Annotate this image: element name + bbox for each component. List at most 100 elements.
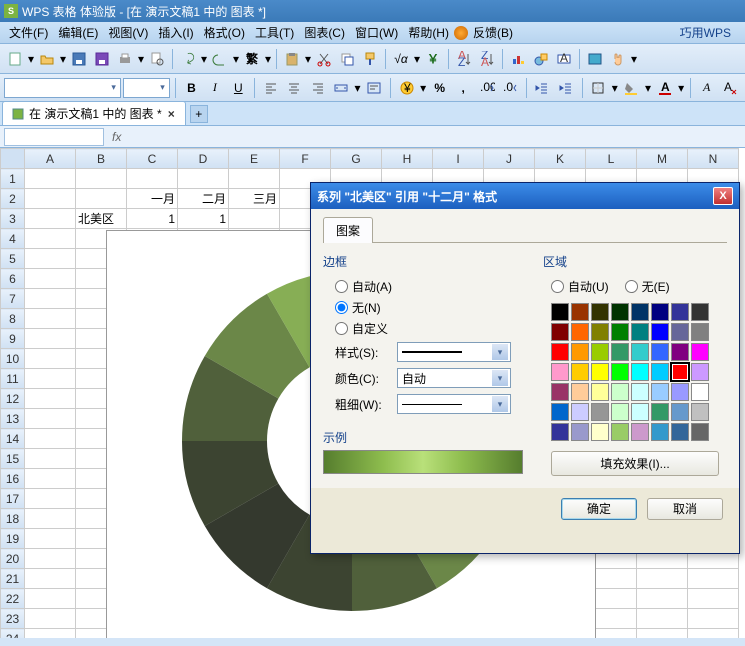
col-header[interactable]: H (382, 149, 433, 169)
cell[interactable] (25, 269, 76, 289)
cell[interactable]: 三月 (229, 189, 280, 209)
sqrt-button[interactable]: √α (390, 48, 412, 70)
cell[interactable] (25, 569, 76, 589)
color-swatch[interactable] (671, 363, 689, 381)
row-header[interactable]: 19 (1, 529, 25, 549)
drawing-button[interactable] (530, 48, 552, 70)
color-swatch[interactable] (591, 303, 609, 321)
menu-chart[interactable]: 图表(C) (299, 22, 350, 43)
currency-button[interactable]: ￥ (422, 48, 444, 70)
row-header[interactable]: 3 (1, 209, 25, 229)
color-swatch[interactable] (551, 323, 569, 341)
italic-button[interactable]: I (204, 77, 225, 99)
color-swatch[interactable] (671, 303, 689, 321)
menu-feedback[interactable]: 反馈(B) (468, 22, 518, 43)
cell[interactable] (25, 329, 76, 349)
row-header[interactable]: 18 (1, 509, 25, 529)
cell[interactable] (688, 569, 739, 589)
cancel-button[interactable]: 取消 (647, 498, 723, 520)
color-swatch[interactable] (591, 343, 609, 361)
clear-format-button[interactable]: A (719, 77, 740, 99)
chart-button[interactable] (507, 48, 529, 70)
color-swatch[interactable] (651, 403, 669, 421)
menu-edit[interactable]: 编辑(E) (53, 22, 103, 43)
color-swatch[interactable] (651, 363, 669, 381)
cell[interactable] (25, 489, 76, 509)
document-tab[interactable]: 在 演示文稿1 中的 图表 * × (2, 101, 186, 125)
color-swatch[interactable] (691, 363, 709, 381)
dropdown-icon[interactable]: ▾ (611, 81, 619, 95)
cell[interactable] (25, 509, 76, 529)
col-header[interactable]: B (76, 149, 127, 169)
cell[interactable] (688, 589, 739, 609)
cell[interactable] (25, 549, 76, 569)
font-size-select[interactable]: ▾ (123, 78, 170, 98)
cell[interactable] (25, 169, 76, 189)
color-swatch[interactable] (671, 383, 689, 401)
weight-select[interactable]: ▾ (397, 394, 511, 414)
copy-button[interactable] (336, 48, 358, 70)
name-box[interactable] (4, 128, 104, 146)
dropdown-icon[interactable]: ▾ (419, 81, 427, 95)
border-none-radio[interactable] (335, 301, 348, 314)
close-button[interactable]: X (713, 187, 733, 205)
fill-color-button[interactable] (621, 77, 642, 99)
cell[interactable] (637, 589, 688, 609)
row-header[interactable]: 1 (1, 169, 25, 189)
color-swatch[interactable] (631, 303, 649, 321)
color-swatch[interactable] (571, 363, 589, 381)
align-right-button[interactable] (307, 77, 328, 99)
hand-button[interactable] (607, 48, 629, 70)
decrease-decimal-button[interactable]: .0 (499, 77, 520, 99)
color-swatch[interactable] (651, 323, 669, 341)
tips-link[interactable]: 巧用WPS (675, 22, 736, 43)
menu-help[interactable]: 帮助(H) (403, 22, 454, 43)
color-swatch[interactable] (591, 403, 609, 421)
menu-tools[interactable]: 工具(T) (250, 22, 299, 43)
col-header[interactable]: M (637, 149, 688, 169)
merge-cells-button[interactable] (330, 77, 351, 99)
cell[interactable] (178, 169, 229, 189)
cell[interactable] (25, 369, 76, 389)
align-left-button[interactable] (260, 77, 281, 99)
row-header[interactable]: 24 (1, 629, 25, 639)
row-header[interactable]: 7 (1, 289, 25, 309)
area-auto-radio[interactable] (551, 280, 564, 293)
dropdown-icon[interactable]: ▾ (304, 52, 312, 66)
cell[interactable]: 一月 (127, 189, 178, 209)
color-swatch[interactable] (611, 363, 629, 381)
window-button[interactable] (584, 48, 606, 70)
cell[interactable] (637, 609, 688, 629)
color-swatch[interactable] (591, 363, 609, 381)
cell[interactable] (25, 209, 76, 229)
row-header[interactable]: 10 (1, 349, 25, 369)
color-swatch[interactable] (611, 303, 629, 321)
increase-indent-button[interactable] (555, 77, 576, 99)
row-header[interactable]: 17 (1, 489, 25, 509)
row-header[interactable]: 6 (1, 269, 25, 289)
cell[interactable] (25, 429, 76, 449)
row-header[interactable]: 2 (1, 189, 25, 209)
menu-window[interactable]: 窗口(W) (350, 22, 403, 43)
row-header[interactable]: 16 (1, 469, 25, 489)
cell[interactable] (688, 629, 739, 639)
row-header[interactable]: 11 (1, 369, 25, 389)
col-header[interactable]: C (127, 149, 178, 169)
row-header[interactable]: 5 (1, 249, 25, 269)
color-swatch[interactable] (571, 343, 589, 361)
cell[interactable] (25, 609, 76, 629)
color-swatch[interactable] (631, 323, 649, 341)
paste-button[interactable] (281, 48, 303, 70)
dropdown-icon[interactable]: ▾ (264, 52, 272, 66)
dropdown-icon[interactable]: ▾ (137, 52, 145, 66)
dropdown-icon[interactable]: ▾ (27, 52, 35, 66)
row-header[interactable]: 20 (1, 549, 25, 569)
dropdown-icon[interactable]: ▾ (677, 81, 685, 95)
color-swatch[interactable] (611, 383, 629, 401)
color-swatch[interactable] (671, 403, 689, 421)
col-header[interactable]: L (586, 149, 637, 169)
cell[interactable] (76, 189, 127, 209)
color-swatch[interactable] (551, 363, 569, 381)
cell[interactable] (25, 449, 76, 469)
style-select[interactable]: ▾ (397, 342, 511, 362)
